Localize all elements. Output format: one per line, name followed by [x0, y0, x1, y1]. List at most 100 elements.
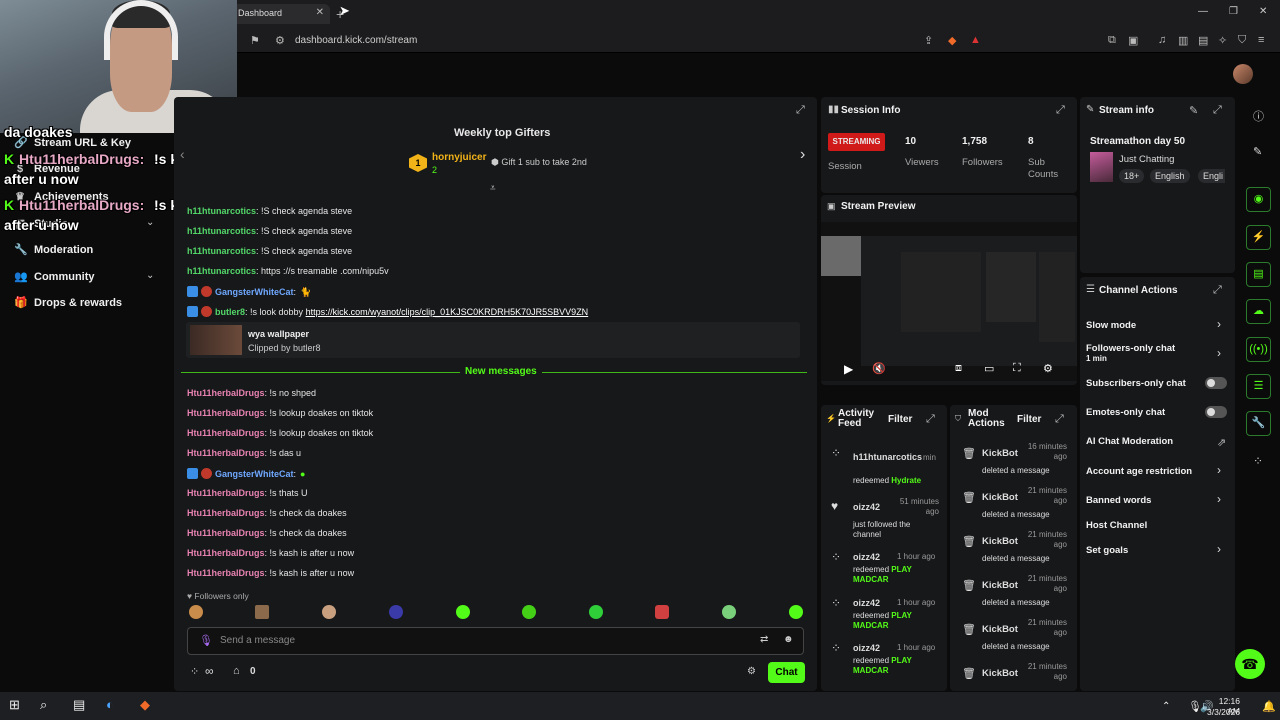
collapse-icon[interactable]: ⩡ — [490, 183, 496, 194]
windows-start-icon[interactable]: ⊞ — [9, 697, 20, 713]
chat-username[interactable]: Htu11herbalDrugs — [187, 528, 265, 538]
pencil-icon[interactable]: ✎ — [1253, 145, 1262, 158]
chevron-right-icon[interactable]: › — [1217, 346, 1221, 360]
emote-icon[interactable] — [255, 605, 269, 619]
chat-username[interactable]: GangsterWhiteCat — [215, 287, 294, 297]
chat-username[interactable]: h11htunarcotics — [187, 206, 256, 216]
points-icon[interactable]: ⁘ — [1253, 454, 1263, 468]
close-tab-icon[interactable]: ✕ — [316, 7, 324, 18]
search-icon[interactable]: ⌕ — [40, 697, 47, 713]
share-icon[interactable]: ⇪ — [924, 34, 933, 47]
account-age-item[interactable]: Account age restriction — [1086, 466, 1192, 477]
mute-icon[interactable]: 🔇 — [872, 362, 886, 375]
top-gifter-name[interactable]: hornyjuicer — [432, 152, 486, 163]
chevron-down-icon[interactable]: ⌄ — [146, 217, 154, 228]
chat-icon[interactable]: ☁ — [1246, 299, 1271, 324]
emote-icon[interactable] — [389, 605, 403, 619]
slow-mode-item[interactable]: Slow mode — [1086, 320, 1136, 331]
sidebar-item-moderation[interactable]: 🔧 Moderation — [14, 243, 93, 257]
mod-filter-button[interactable]: Filter — [1017, 414, 1041, 425]
avatar[interactable] — [1233, 64, 1253, 84]
chevron-right-icon[interactable]: › — [1217, 492, 1221, 506]
points-icon[interactable]: ⁘ — [190, 665, 199, 678]
host-channel-item[interactable]: Host Channel — [1086, 520, 1147, 531]
tab-dashboard[interactable]: Dashboard ✕ — [232, 4, 330, 24]
chat-username[interactable]: butler8 — [215, 307, 245, 317]
sidebar-item-community[interactable]: 👥 Community — [14, 270, 95, 284]
brave-shield-icon[interactable]: ◆ — [948, 34, 956, 47]
microphone-icon[interactable]: 🎙 — [199, 634, 213, 647]
chat-username[interactable]: Htu11herbalDrugs — [187, 428, 265, 438]
support-icon[interactable]: ☎ — [1235, 649, 1265, 679]
info-icon[interactable]: ⓘ — [1253, 108, 1264, 124]
popout-icon[interactable]: ⤢ — [1056, 104, 1065, 117]
chat-username[interactable]: h11htunarcotics — [187, 246, 256, 256]
bolt-icon[interactable]: ⚡ — [1246, 225, 1271, 250]
chat-username[interactable]: Htu11herbalDrugs — [187, 448, 265, 458]
send-chat-button[interactable]: Chat — [768, 662, 805, 683]
ai-icon[interactable]: ✧ — [1218, 34, 1227, 47]
chat-username[interactable]: h11htunarcotics — [187, 226, 256, 236]
chevron-left-icon[interactable]: ‹ — [180, 146, 185, 162]
chat-username[interactable]: Htu11herbalDrugs — [187, 568, 265, 578]
menu-icon[interactable]: ≡ — [1258, 34, 1264, 46]
emote-icon[interactable] — [322, 605, 336, 619]
emote-icon[interactable] — [589, 605, 603, 619]
store-icon[interactable]: ⌂ — [233, 665, 240, 677]
activity-user[interactable]: oizz42 — [853, 552, 880, 562]
subscribers-only-toggle[interactable] — [1205, 377, 1227, 389]
chat-username[interactable]: Htu11herbalDrugs — [187, 488, 265, 498]
clock-date[interactable]: 3/3/2026 — [1207, 707, 1240, 717]
site-settings-icon[interactable]: ⚙ — [275, 34, 285, 47]
chevron-right-icon[interactable]: › — [1217, 542, 1221, 556]
window-close-icon[interactable]: ✕ — [1259, 6, 1267, 17]
emote-icon[interactable] — [789, 605, 803, 619]
chevron-right-icon[interactable]: › — [1217, 463, 1221, 477]
vpn-icon[interactable]: ⛉ — [1238, 34, 1246, 47]
emote-icon[interactable] — [456, 605, 470, 619]
screenshot-icon[interactable]: ▣ — [1128, 34, 1138, 47]
wallet-icon[interactable]: ▤ — [1198, 34, 1208, 47]
mod-user[interactable]: KickBot — [982, 448, 1018, 459]
category-name[interactable]: Just Chatting — [1119, 154, 1174, 165]
emoji-icon[interactable]: ☻ — [783, 634, 794, 645]
banned-words-item[interactable]: Banned words — [1086, 495, 1151, 506]
list-icon[interactable]: ☰ — [1246, 374, 1271, 399]
brave-icon[interactable]: ◆ — [140, 697, 150, 713]
sidebar-toggle-icon[interactable]: ▥ — [1178, 34, 1188, 47]
activity-filter-button[interactable]: Filter — [888, 414, 912, 425]
followers-only-item[interactable]: Followers-only chat — [1086, 343, 1175, 354]
fullscreen-icon[interactable]: ⛶ — [1013, 362, 1021, 375]
broadcast-icon[interactable]: ((•)) — [1246, 337, 1271, 362]
stream-preview-video[interactable] — [821, 222, 1077, 381]
chat-username[interactable]: GangsterWhiteCat — [215, 469, 294, 479]
url-field[interactable]: dashboard.kick.com/stream — [295, 35, 417, 46]
set-goals-item[interactable]: Set goals — [1086, 545, 1128, 556]
mod-user[interactable]: KickBot — [982, 580, 1018, 591]
external-link-icon[interactable]: ⇗ — [1217, 436, 1226, 449]
popout-icon[interactable]: ⤢ — [1055, 413, 1064, 426]
popout-icon[interactable]: ⤢ — [926, 413, 935, 426]
chat-username[interactable]: h11htunarcotics — [187, 266, 256, 276]
emote-icon[interactable] — [655, 605, 669, 619]
pencil-icon[interactable]: ✎ — [1189, 104, 1198, 117]
wrench-icon[interactable]: 🔧 — [1246, 411, 1271, 436]
popout-icon[interactable]: ⤢ — [1213, 104, 1222, 117]
activity-user[interactable]: h11htunarcotics — [853, 452, 922, 462]
task-view-icon[interactable]: ▤ — [73, 697, 85, 713]
chat-settings-icon[interactable]: ⚙ — [747, 666, 756, 677]
emote-icon[interactable] — [722, 605, 736, 619]
video-settings-icon[interactable]: ⚙ — [1043, 362, 1053, 375]
chevron-down-icon[interactable]: ⌄ — [146, 270, 154, 281]
clip-link[interactable]: https://kick.com/wyanot/clips/clip_01KJS… — [306, 307, 589, 317]
activity-user[interactable]: oizz42 — [853, 598, 880, 608]
chevron-right-icon[interactable]: › — [1217, 317, 1221, 331]
minimize-icon[interactable]: — — [1198, 6, 1208, 17]
emote-icon[interactable] — [189, 605, 203, 619]
clipboard-icon[interactable]: ▤ — [1246, 262, 1271, 287]
maximize-icon[interactable]: ❐ — [1229, 6, 1238, 17]
mod-user[interactable]: KickBot — [982, 624, 1018, 635]
tray-chevron-icon[interactable]: ⌃ — [1162, 701, 1170, 712]
emote-icon[interactable] — [522, 605, 536, 619]
sidebar-item-drops[interactable]: 🎁 Drops & rewards — [14, 296, 122, 310]
